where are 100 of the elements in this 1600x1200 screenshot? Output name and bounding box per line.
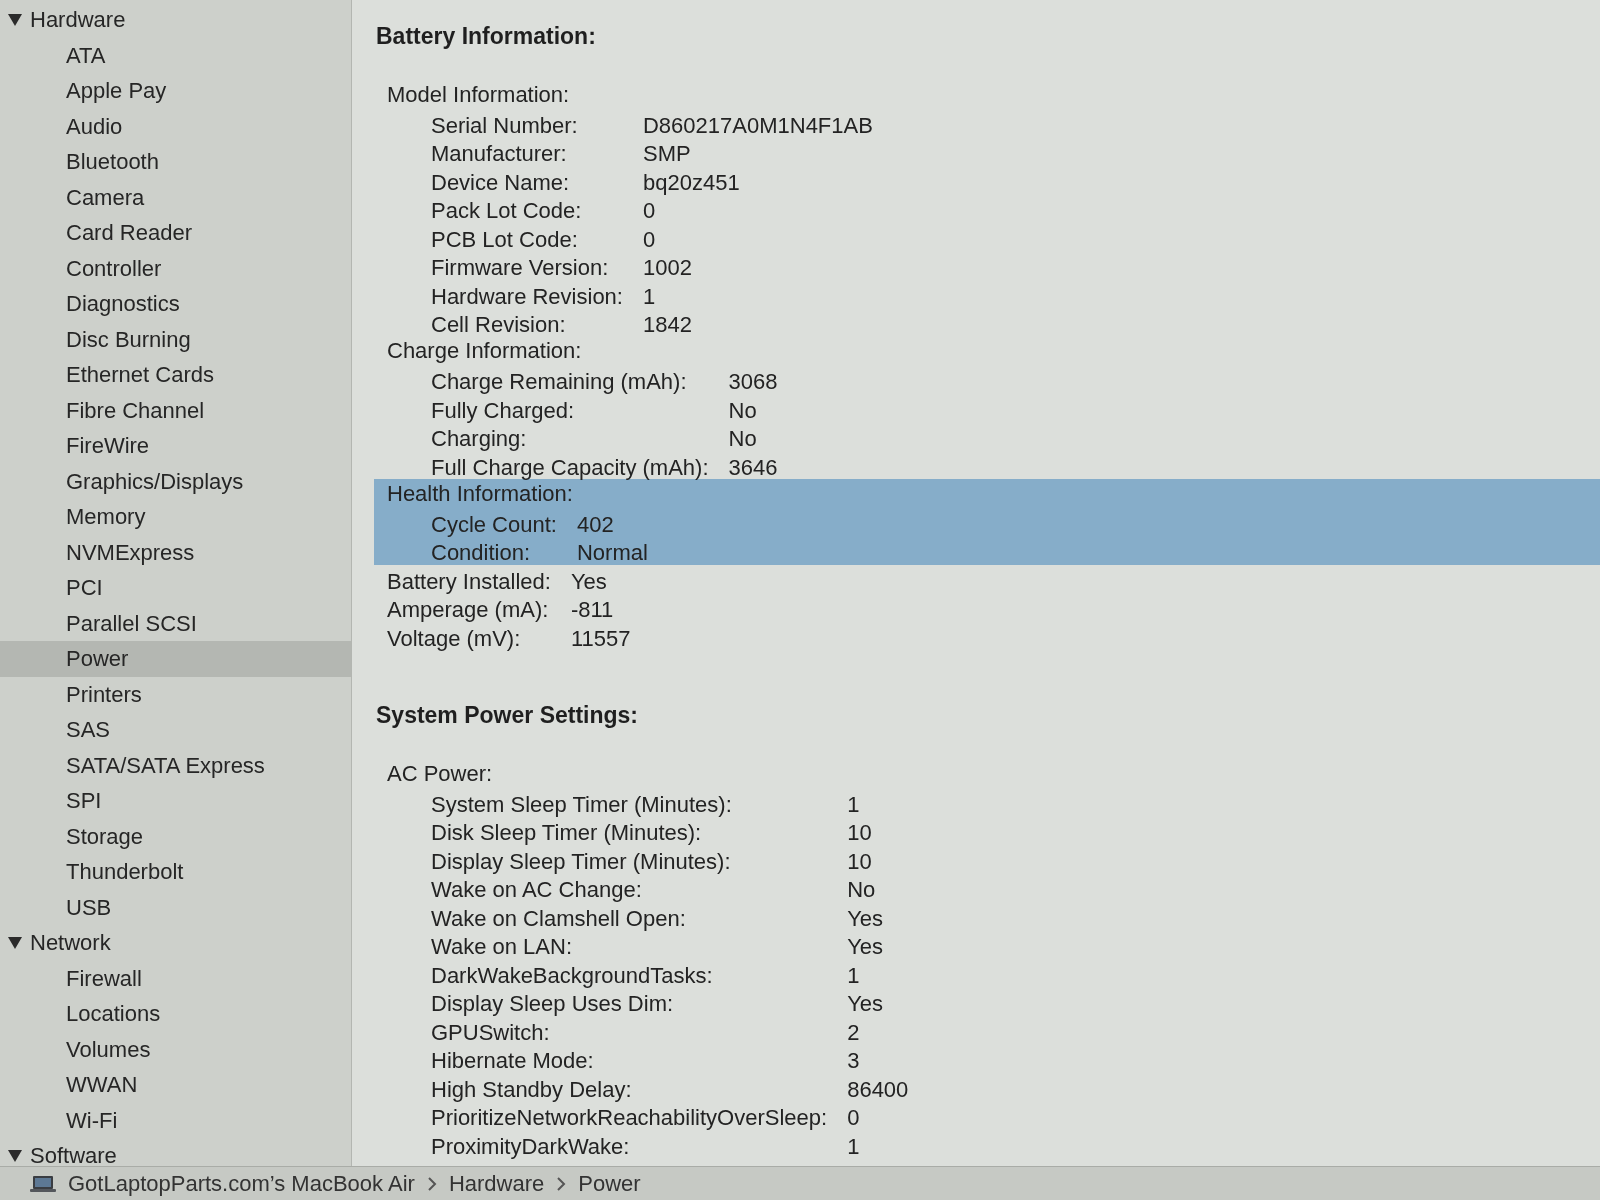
sidebar-item[interactable]: Bluetooth bbox=[0, 144, 351, 180]
field-value: Yes bbox=[570, 567, 608, 596]
field-label: Battery Installed: bbox=[386, 567, 551, 596]
sidebar-item[interactable]: SPI bbox=[0, 783, 351, 819]
field-label: Hardware Revision: bbox=[430, 282, 623, 311]
sidebar-group-header[interactable]: Network bbox=[0, 925, 351, 961]
sidebar-item[interactable]: USB bbox=[0, 889, 351, 925]
field-value: 11557 bbox=[570, 624, 632, 653]
sidebar-item[interactable]: Camera bbox=[0, 179, 351, 215]
sidebar-item[interactable]: Firewall bbox=[0, 960, 351, 996]
field-value: 1842 bbox=[642, 311, 693, 339]
report-row[interactable]: Amperage (mA): -811 bbox=[374, 593, 1600, 622]
field-value: 0 bbox=[847, 1104, 861, 1132]
field-label: System Sleep Timer (Minutes): bbox=[430, 790, 733, 819]
sidebar-item[interactable]: SAS bbox=[0, 712, 351, 748]
field-label: Pack Lot Code: bbox=[430, 197, 583, 225]
sidebar-item[interactable]: Audio bbox=[0, 108, 351, 144]
sidebar-item[interactable]: Printers bbox=[0, 676, 351, 712]
field-value: 0 bbox=[642, 225, 657, 254]
section-title: System Power Settings: bbox=[375, 700, 640, 730]
field-label: Display Sleep Timer (Minutes): bbox=[430, 847, 732, 876]
field-label: DarkWakeBackgroundTasks: bbox=[430, 961, 714, 990]
sidebar-item[interactable]: FireWire bbox=[0, 428, 351, 464]
field-value: SMP bbox=[642, 140, 692, 168]
field-label: Fully Charged: bbox=[430, 396, 576, 425]
field-label: Display Sleep Uses Dim: bbox=[430, 990, 675, 1018]
field-value: No bbox=[728, 425, 758, 453]
field-label: Wake on Clamshell Open: bbox=[430, 904, 687, 933]
sidebar-group-header[interactable]: Software bbox=[0, 1138, 351, 1166]
report-row[interactable]: Battery Installed: Yes bbox=[374, 564, 1600, 593]
chevron-right-icon bbox=[556, 1175, 567, 1192]
disclosure-triangle-icon[interactable] bbox=[8, 935, 22, 950]
sidebar-item[interactable]: Volumes bbox=[0, 1031, 351, 1067]
field-value: D860217A0M1N4F1AB bbox=[642, 111, 874, 140]
field-value: No bbox=[728, 396, 758, 425]
field-value: 10 bbox=[847, 847, 873, 876]
breadcrumb-item[interactable]: Power bbox=[578, 1167, 641, 1200]
field-label: Cell Revision: bbox=[430, 311, 567, 339]
field-value: 1002 bbox=[642, 254, 693, 282]
field-label: PrioritizeNetworkReachabilityOverSleep: bbox=[430, 1104, 828, 1132]
sidebar-item[interactable]: Graphics/Displays bbox=[0, 463, 351, 499]
report-group[interactable]: Charge Information: Charge Remaining (mAh): 3068 Fully Charged: No Charging: No Full Charge Capacity (mAh): 3646 bbox=[374, 336, 1600, 479]
field-label: Disk Sleep Timer (Minutes): bbox=[430, 819, 703, 847]
field-label: Charge Remaining (mAh): bbox=[430, 368, 688, 396]
breadcrumb-item[interactable]: GotLaptopParts.com’s MacBook Air bbox=[68, 1167, 415, 1200]
field-label: High Standby Delay: bbox=[430, 1075, 633, 1104]
group-heading: Health Information: bbox=[386, 480, 574, 508]
sidebar-item[interactable]: Apple Pay bbox=[0, 73, 351, 109]
field-value: Yes bbox=[847, 933, 885, 961]
field-label: Charging: bbox=[430, 425, 528, 453]
field-label: Manufacturer: bbox=[430, 140, 568, 168]
field-label: Full Charge Capacity (mAh): bbox=[430, 453, 709, 482]
field-label: Firmware Version: bbox=[430, 254, 610, 282]
field-value: 1 bbox=[847, 790, 861, 819]
field-label: Wake on AC Change: bbox=[430, 876, 643, 904]
chevron-right-icon bbox=[426, 1175, 437, 1192]
sidebar-item[interactable]: Card Reader bbox=[0, 215, 351, 251]
field-value: 2 bbox=[847, 1018, 861, 1047]
sidebar-item[interactable]: Locations bbox=[0, 996, 351, 1032]
sidebar-item[interactable]: Thunderbolt bbox=[0, 854, 351, 890]
report-row[interactable]: Voltage (mV): 11557 bbox=[374, 621, 1600, 650]
field-label: Amperage (mA): bbox=[386, 596, 550, 624]
sidebar-item[interactable]: Memory bbox=[0, 499, 351, 535]
report-group[interactable]: Model Information: Serial Number: D860217A0M1N4F1AB Manufacturer: SMP Device Name: bq20z451 Pack Lot Code: 0 PCB Lot Code: 0 Firmware Version: 1002 Hardware Revision: 1 Cell Revision: 1842 bbox=[374, 80, 1600, 337]
field-label: PCB Lot Code: bbox=[430, 225, 579, 254]
field-label: Condition: bbox=[430, 539, 532, 567]
field-value: 1 bbox=[847, 1132, 861, 1161]
sidebar-item[interactable]: ATA bbox=[0, 37, 351, 73]
sidebar-item[interactable]: Parallel SCSI bbox=[0, 605, 351, 641]
sidebar-item[interactable]: Power bbox=[0, 641, 351, 677]
sidebar-item[interactable]: WWAN bbox=[0, 1067, 351, 1103]
field-label: Cycle Count: bbox=[430, 510, 557, 539]
field-label: Wake on LAN: bbox=[430, 933, 574, 961]
sidebar-item[interactable]: Storage bbox=[0, 818, 351, 854]
field-value: 86400 bbox=[847, 1075, 910, 1104]
disclosure-triangle-icon[interactable] bbox=[8, 12, 22, 27]
field-value: Normal bbox=[576, 539, 649, 567]
breadcrumb-item[interactable]: Hardware bbox=[448, 1167, 545, 1200]
sidebar-item[interactable]: Diagnostics bbox=[0, 286, 351, 322]
report-group[interactable]: Health Information: Cycle Count: 402 Condition: Normal bbox=[374, 479, 1600, 565]
sidebar-item[interactable]: NVMExpress bbox=[0, 534, 351, 570]
sidebar-item[interactable]: PCI bbox=[0, 570, 351, 606]
field-label: ProximityDarkWake: bbox=[430, 1132, 631, 1161]
sidebar-item[interactable]: SATA/SATA Express bbox=[0, 747, 351, 783]
sidebar-item[interactable]: Disc Burning bbox=[0, 321, 351, 357]
field-label: Hibernate Mode: bbox=[430, 1047, 595, 1075]
field-value: 1 bbox=[642, 282, 657, 311]
sidebar-group-header[interactable]: Hardware bbox=[0, 2, 351, 38]
field-value: 3068 bbox=[728, 368, 779, 396]
sidebar-item[interactable]: Wi-Fi bbox=[0, 1102, 351, 1138]
field-value: 402 bbox=[576, 510, 615, 539]
field-value: 3 bbox=[847, 1047, 861, 1075]
field-value: 10 bbox=[847, 819, 873, 847]
sidebar-item[interactable]: Fibre Channel bbox=[0, 392, 351, 428]
sidebar-item[interactable]: Controller bbox=[0, 250, 351, 286]
sidebar-item[interactable]: Ethernet Cards bbox=[0, 357, 351, 393]
disclosure-triangle-icon[interactable] bbox=[8, 1148, 22, 1163]
section-title: Battery Information: bbox=[375, 21, 597, 51]
field-value: No bbox=[847, 876, 877, 904]
field-label: Voltage (mV): bbox=[386, 624, 522, 653]
